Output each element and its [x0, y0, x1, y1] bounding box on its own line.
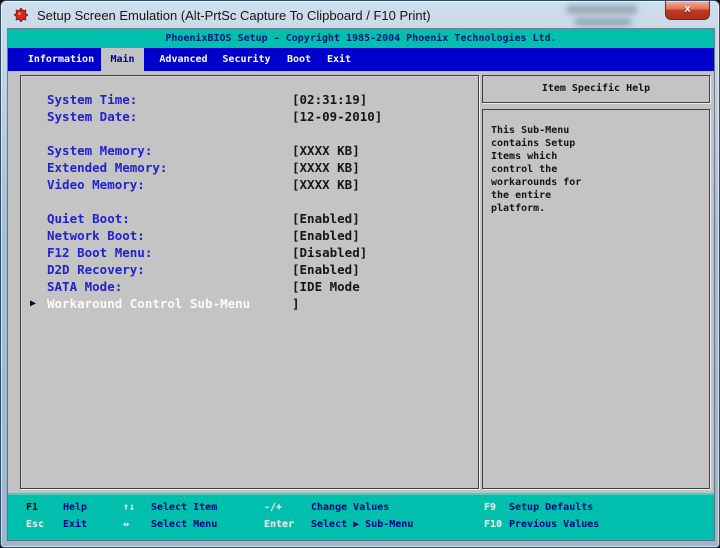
field-row-quiet-boot[interactable]: Quiet Boot: [Enabled] — [21, 211, 478, 227]
hint-key: -/+ — [264, 502, 282, 514]
tab-exit[interactable]: Exit — [319, 48, 359, 71]
hint-desc: Previous Values — [509, 519, 599, 531]
hint-desc: Select Item — [151, 502, 217, 514]
field-row-f12-boot-menu[interactable]: F12 Boot Menu: [Disabled] — [21, 245, 478, 261]
field-label: F12 Boot Menu: — [47, 245, 152, 261]
field-value: [XXXX KB] — [292, 143, 360, 159]
field-label: Extended Memory: — [47, 160, 167, 176]
emulator-window: Setup Screen Emulation (Alt-PrtSc Captur… — [0, 0, 720, 548]
hint-key: Esc — [26, 519, 44, 531]
tab-advanced[interactable]: Advanced — [152, 48, 215, 71]
bios-menu-bar: Information Main Advanced Security Boot … — [8, 48, 714, 71]
hint-desc: Select ▶ Sub-Menu — [311, 519, 413, 531]
field-value: [Enabled] — [292, 211, 360, 227]
help-text-line: workarounds for — [491, 176, 709, 189]
help-panel: Item Specific Help This Sub-Menu contain… — [482, 75, 710, 489]
help-text-line: the entire — [491, 189, 709, 202]
titlebar[interactable]: Setup Screen Emulation (Alt-PrtSc Captur… — [1, 1, 719, 29]
field-row-network-boot[interactable]: Network Boot: [Enabled] — [21, 228, 478, 244]
field-row-workaround-submenu[interactable]: ▶ Workaround Control Sub-Menu ] — [21, 296, 478, 312]
close-icon: x — [684, 3, 690, 15]
field-label: SATA Mode: — [47, 279, 122, 295]
hint-desc: Setup Defaults — [509, 502, 593, 514]
main-settings-panel: System Time: [02:31:19] System Date: [12… — [20, 75, 479, 489]
help-text-line: contains Setup — [491, 137, 709, 150]
help-text-line: control the — [491, 163, 709, 176]
close-button[interactable]: x — [665, 1, 710, 20]
field-value: [XXXX KB] — [292, 177, 360, 193]
field-row-d2d-recovery[interactable]: D2D Recovery: [Enabled] — [21, 262, 478, 278]
field-value: [XXXX KB] — [292, 160, 360, 176]
field-value: [Enabled] — [292, 262, 360, 278]
field-row-sata-mode[interactable]: SATA Mode: [IDE Mode — [21, 279, 478, 295]
hint-desc: Help — [63, 502, 87, 514]
field-value: [Disabled] — [292, 245, 367, 261]
tab-boot[interactable]: Boot — [279, 48, 319, 71]
titlebar-ghost-artifact — [575, 18, 631, 26]
help-text-line: Items which — [491, 150, 709, 163]
tab-security[interactable]: Security — [216, 48, 277, 71]
submenu-arrow-icon: ▶ — [30, 296, 36, 312]
titlebar-ghost-artifact — [567, 5, 637, 14]
hint-desc: Change Values — [311, 502, 389, 514]
bios-body: System Time: [02:31:19] System Date: [12… — [8, 71, 714, 493]
field-value: ] — [292, 296, 300, 312]
bios-screen: PhoenixBIOS Setup - Copyright 1985-2004 … — [8, 29, 714, 540]
tab-information[interactable]: Information — [18, 48, 104, 71]
hint-key: F9 — [484, 502, 496, 514]
field-row-system-memory[interactable]: System Memory: [XXXX KB] — [21, 143, 478, 159]
field-value: [12-09-2010] — [292, 109, 382, 125]
key-hints-bar: F1 Help ↑↓ Select Item -/+ Change Values… — [8, 493, 714, 540]
field-label: Network Boot: — [47, 228, 145, 244]
help-panel-content: This Sub-Menu contains Setup Items which… — [482, 109, 710, 489]
field-value: [IDE Mode — [292, 279, 360, 295]
hint-key: F1 — [26, 502, 38, 514]
field-value: [02:31:19] — [292, 92, 367, 108]
hint-desc: Select Menu — [151, 519, 217, 531]
field-label: System Memory: — [47, 143, 152, 159]
field-label: System Date: — [47, 109, 137, 125]
help-panel-title: Item Specific Help — [482, 75, 710, 103]
field-value: [Enabled] — [292, 228, 360, 244]
field-label: D2D Recovery: — [47, 262, 145, 278]
field-row-extended-memory[interactable]: Extended Memory: [XXXX KB] — [21, 160, 478, 176]
field-row-system-time[interactable]: System Time: [02:31:19] — [21, 92, 478, 108]
field-label: System Time: — [47, 92, 137, 108]
hint-desc: Exit — [63, 519, 87, 531]
field-row-system-date[interactable]: System Date: [12-09-2010] — [21, 109, 478, 125]
window-title: Setup Screen Emulation (Alt-PrtSc Captur… — [37, 8, 431, 23]
help-text-line: platform. — [491, 202, 709, 215]
bios-header-banner: PhoenixBIOS Setup - Copyright 1985-2004 … — [8, 29, 714, 48]
tab-main[interactable]: Main — [101, 48, 144, 71]
field-label: Video Memory: — [47, 177, 145, 193]
app-icon[interactable] — [13, 7, 29, 23]
field-label: Workaround Control Sub-Menu — [47, 296, 250, 312]
help-text-line: This Sub-Menu — [491, 124, 709, 137]
hint-key: ↔ — [123, 519, 129, 531]
field-row-video-memory[interactable]: Video Memory: [XXXX KB] — [21, 177, 478, 193]
hint-key: Enter — [264, 519, 294, 531]
hint-key: ↑↓ — [123, 502, 135, 514]
hint-key: F10 — [484, 519, 502, 531]
field-label: Quiet Boot: — [47, 211, 130, 227]
